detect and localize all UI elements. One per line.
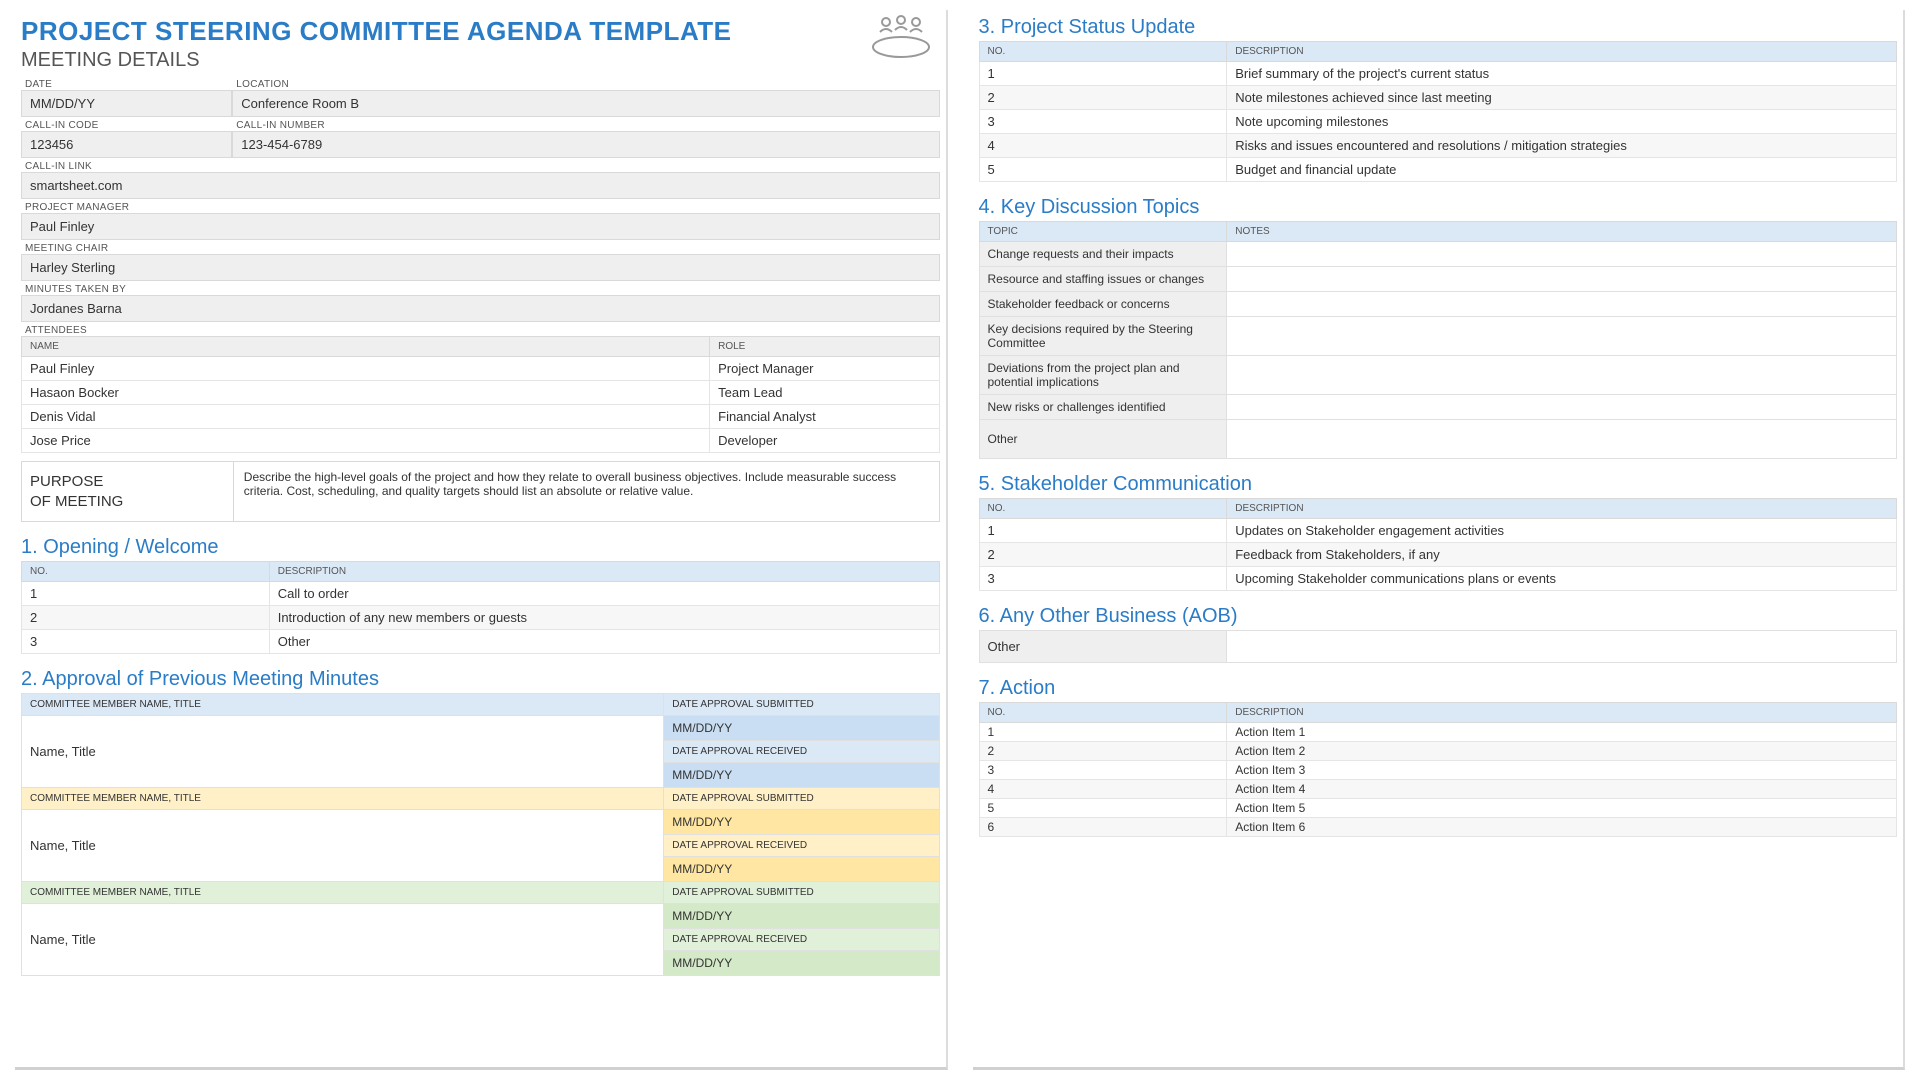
meeting-icon [866,12,936,65]
s1-title: 1. Opening / Welcome [21,536,940,559]
page-title: PROJECT STEERING COMMITTEE AGENDA TEMPLA… [21,16,940,47]
table-row: Denis VidalFinancial Analyst [22,405,940,429]
location-label: LOCATION [232,76,939,90]
table-row: 2Action Item 2 [979,742,1897,761]
right-page: 3. Project Status Update NO.DESCRIPTION … [973,10,1906,1070]
s5-title: 5. Stakeholder Communication [979,473,1898,496]
table-row: 3Note upcoming milestones [979,110,1897,134]
table-row: Jose PriceDeveloper [22,429,940,453]
table-row: Paul FinleyProject Manager [22,357,940,381]
table-row: Resource and staffing issues or changes [979,267,1897,292]
s6-title: 6. Any Other Business (AOB) [979,605,1898,628]
location-value: Conference Room B [232,90,939,117]
s5-table: NO.DESCRIPTION 1Updates on Stakeholder e… [979,498,1898,591]
table-row: 2Note milestones achieved since last mee… [979,86,1897,110]
table-row: 2Introduction of any new members or gues… [22,606,940,630]
code-label: CALL-IN CODE [21,117,232,131]
left-page: PROJECT STEERING COMMITTEE AGENDA TEMPLA… [15,10,948,1070]
s6-table: Other [979,630,1898,663]
table-row: Other [979,420,1897,459]
table-row: 5Budget and financial update [979,158,1897,182]
s2-title: 2. Approval of Previous Meeting Minutes [21,668,940,691]
purpose-box: PURPOSEOF MEETING Describe the high-leve… [21,461,940,522]
table-row: New risks or challenges identified [979,395,1897,420]
att-name-hdr: NAME [22,337,710,357]
table-row: 3Action Item 3 [979,761,1897,780]
table-row: 4Action Item 4 [979,780,1897,799]
s7-title: 7. Action [979,677,1898,700]
table-row: 1Call to order [22,582,940,606]
table-row: Stakeholder feedback or concerns [979,292,1897,317]
table-row: 6Action Item 6 [979,818,1897,837]
pm-value: Paul Finley [21,213,940,240]
table-row: 1Action Item 1 [979,723,1897,742]
minutes-label: MINUTES TAKEN BY [21,281,130,295]
s3-table: NO.DESCRIPTION 1Brief summary of the pro… [979,41,1898,182]
table-row: 5Action Item 5 [979,799,1897,818]
pm-label: PROJECT MANAGER [21,199,133,213]
s4-title: 4. Key Discussion Topics [979,196,1898,219]
table-row: 2Feedback from Stakeholders, if any [979,543,1897,567]
s2-table: COMMITTEE MEMBER NAME, TITLEDATE APPROVA… [21,693,940,976]
code-value: 123456 [21,131,232,158]
chair-label: MEETING CHAIR [21,240,112,254]
s7-table: NO.DESCRIPTION 1Action Item 1 2Action It… [979,702,1898,837]
link-label: CALL-IN LINK [21,158,96,172]
date-label: DATE [21,76,232,90]
table-row: Other [979,631,1897,663]
s1-table: NO.DESCRIPTION 1Call to order 2Introduct… [21,561,940,654]
date-value: MM/DD/YY [21,90,232,117]
number-label: CALL-IN NUMBER [232,117,939,131]
table-row: 1Brief summary of the project's current … [979,62,1897,86]
table-row: Deviations from the project plan and pot… [979,356,1897,395]
s3-title: 3. Project Status Update [979,16,1898,39]
subtitle: MEETING DETAILS [21,49,940,72]
att-role-hdr: ROLE [710,337,939,357]
table-row: 1Updates on Stakeholder engagement activ… [979,519,1897,543]
attendees-table: NAME ROLE Paul FinleyProject Manager Has… [21,336,940,453]
chair-value: Harley Sterling [21,254,940,281]
s4-table: TOPICNOTES Change requests and their imp… [979,221,1898,459]
table-row: 4Risks and issues encountered and resolu… [979,134,1897,158]
table-row: Change requests and their impacts [979,242,1897,267]
table-row: 3Upcoming Stakeholder communications pla… [979,567,1897,591]
table-row: Hasaon BockerTeam Lead [22,381,940,405]
table-row: 3Other [22,630,940,654]
table-row: Key decisions required by the Steering C… [979,317,1897,356]
number-value: 123-454-6789 [232,131,939,158]
purpose-text: Describe the high-level goals of the pro… [233,462,939,521]
link-value: smartsheet.com [21,172,940,199]
attendees-label: ATTENDEES [21,322,91,336]
minutes-value: Jordanes Barna [21,295,940,322]
